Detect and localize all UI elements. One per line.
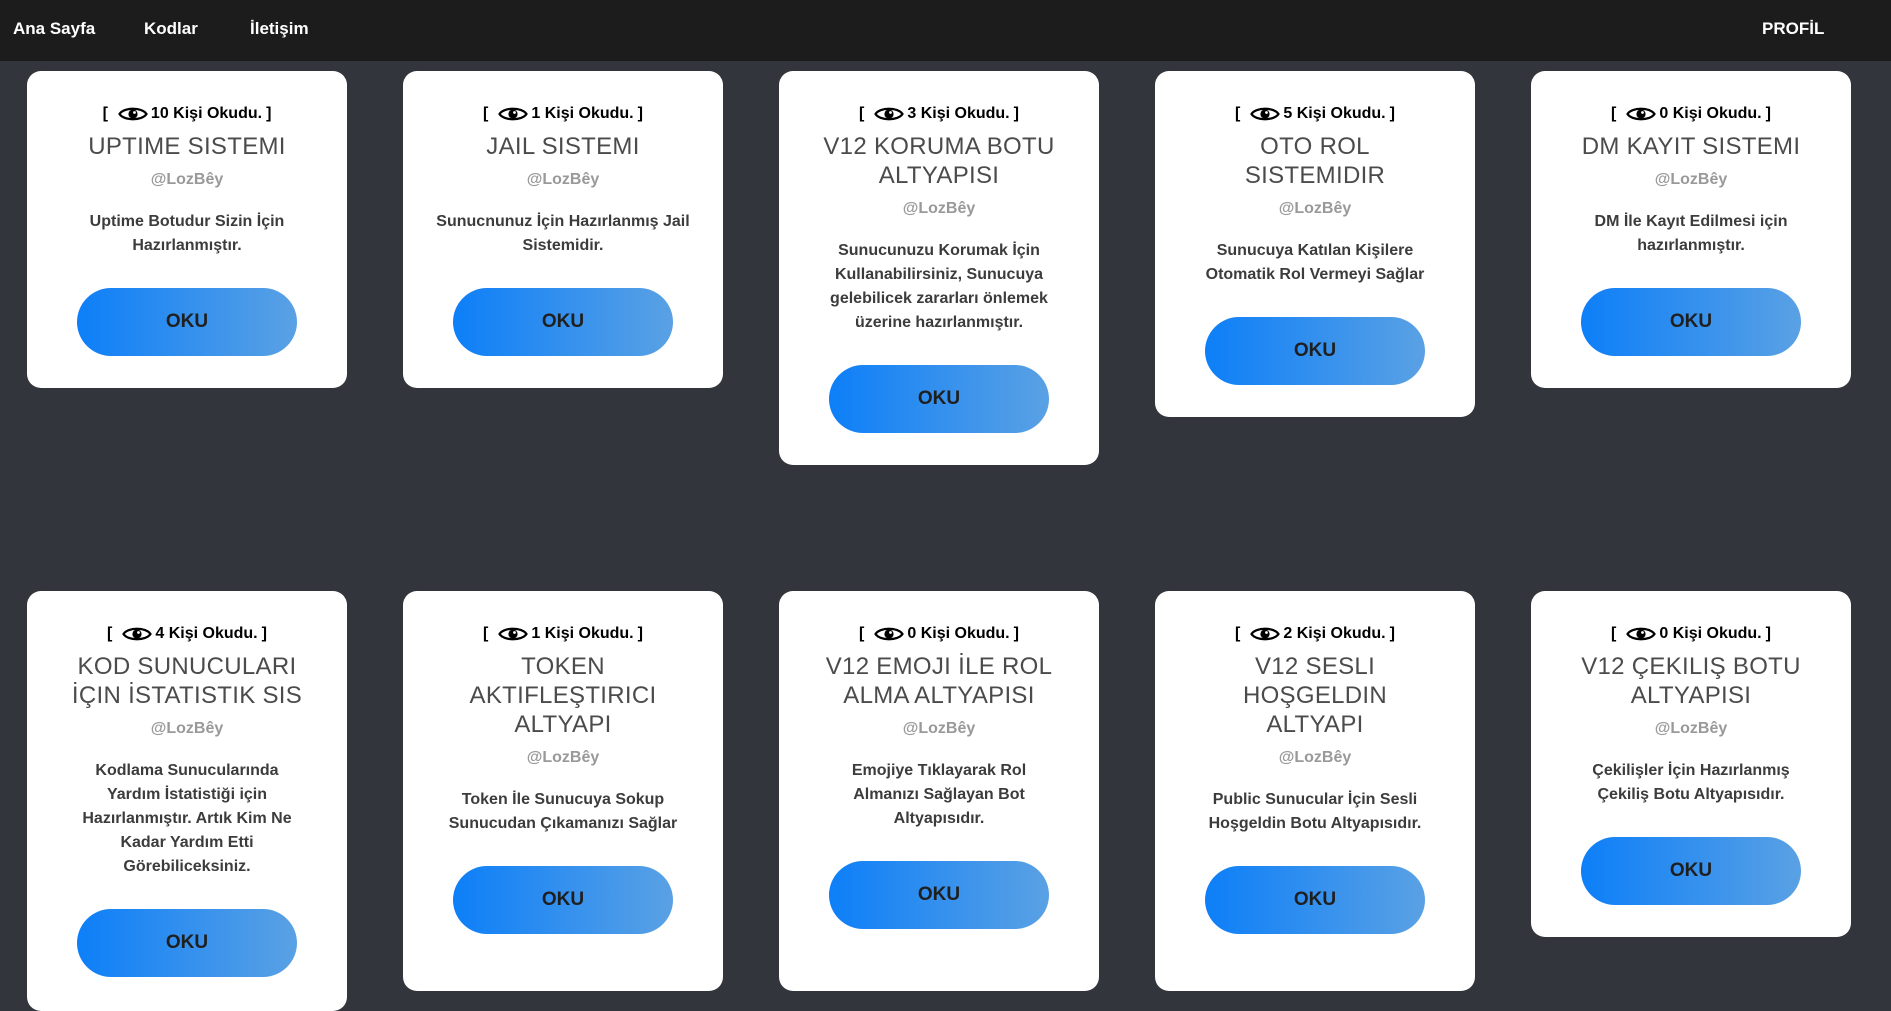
view-count: [ 1 Kişi Okudu. ] (483, 105, 643, 122)
view-count: [ 4 Kişi Okudu. ] (107, 625, 267, 642)
view-count: [ 0 Kişi Okudu. ] (1611, 105, 1771, 122)
view-count-text: 0 Kişi Okudu. (907, 625, 1010, 642)
eye-icon (118, 107, 148, 121)
card-title: KOD SUNUCULARI İÇIN İSTATISTIK SIS (71, 653, 303, 709)
nav-codes-link[interactable]: Kodlar (144, 19, 198, 39)
card-description: Sunucuya Katılan Kişilere Otomatik Rol V… (1205, 242, 1425, 283)
eye-icon (1626, 107, 1657, 121)
card-author: @LozBêy (150, 720, 224, 737)
code-card: [ 1 Kişi Okudu. ] TOKEN AKTIFLEŞTIRICI A… (403, 591, 723, 991)
card-author: @LozBêy (526, 749, 600, 766)
eye-icon (122, 627, 153, 641)
card-description: Uptime Botudur Sizin İçin Hazırlanmıştır… (89, 213, 285, 254)
code-card: [ 0 Kişi Okudu. ] V12 ÇEKILIŞ BOTU ALTYA… (1531, 591, 1851, 937)
view-count: [ 0 Kişi Okudu. ] (859, 625, 1019, 642)
eye-icon (498, 107, 529, 121)
card-description: Sunucnunuz İçin Hazırlanmış Jail Sistemi… (436, 213, 690, 254)
eye-icon (1250, 107, 1281, 121)
code-card: [ 1 Kişi Okudu. ] JAIL SISTEMI @LozBêy S… (403, 71, 723, 388)
card-title: UPTIME SISTEMI (88, 133, 286, 160)
card-description: Sunucunuzu Korumak İçin Kullanabilirsini… (830, 242, 1048, 331)
view-count-text: 10 Kişi Okudu. (150, 105, 263, 122)
view-count-text: 5 Kişi Okudu. (1283, 105, 1386, 122)
card-description: DM İle Kayıt Edilmesi için hazırlanmıştı… (1594, 213, 1788, 254)
card-description: Emojiye Tıklayarak Rol Almanızı Sağlayan… (851, 762, 1027, 827)
view-count-text: 0 Kişi Okudu. (1659, 105, 1762, 122)
view-count-text: 2 Kişi Okudu. (1283, 625, 1386, 642)
card-title: JAIL SISTEMI (486, 133, 640, 160)
card-author: @LozBêy (1654, 171, 1728, 188)
read-button[interactable]: OKU (453, 288, 673, 356)
card-description: Token İle Sunucuya Sokup Sunucudan Çıkam… (448, 791, 678, 832)
read-button[interactable]: OKU (77, 909, 297, 977)
view-count-text: 1 Kişi Okudu. (531, 625, 634, 642)
card-description: Public Sunucular İçin Sesli Hoşgeldin Bo… (1208, 791, 1422, 832)
read-button[interactable]: OKU (77, 288, 297, 356)
code-card: [ 5 Kişi Okudu. ] OTO ROL SISTEMIDIR @Lo… (1155, 71, 1475, 417)
card-title: OTO ROL SISTEMIDIR (1244, 133, 1386, 189)
view-count: [ 3 Kişi Okudu. ] (859, 105, 1019, 122)
nav-contact-link[interactable]: İletişim (250, 19, 309, 39)
code-card: [ 10 Kişi Okudu. ] UPTIME SISTEMI @LozBê… (27, 71, 347, 388)
card-description: Çekilişler İçin Hazırlanmış Çekiliş Botu… (1592, 762, 1790, 803)
view-count-text: 4 Kişi Okudu. (155, 625, 258, 642)
eye-icon (498, 627, 529, 641)
eye-icon (1250, 627, 1281, 641)
eye-icon (874, 107, 905, 121)
read-button[interactable]: OKU (829, 365, 1049, 433)
card-author: @LozBêy (526, 171, 600, 188)
view-count: [ 2 Kişi Okudu. ] (1235, 625, 1395, 642)
code-card: [ 2 Kişi Okudu. ] V12 SESLI HOŞGELDIN AL… (1155, 591, 1475, 991)
card-title: V12 KORUMA BOTU ALTYAPISI (823, 133, 1055, 189)
card-title: TOKEN AKTIFLEŞTIRICI ALTYAPI (469, 653, 657, 738)
view-count: [ 5 Kişi Okudu. ] (1235, 105, 1395, 122)
view-count: [ 0 Kişi Okudu. ] (1611, 625, 1771, 642)
view-count-text: 0 Kişi Okudu. (1659, 625, 1762, 642)
card-title: V12 EMOJI İLE ROL ALMA ALTYAPISI (825, 653, 1053, 709)
card-author: @LozBêy (902, 720, 976, 737)
read-button[interactable]: OKU (1205, 317, 1425, 385)
card-author: @LozBêy (150, 171, 224, 188)
card-author: @LozBêy (1278, 200, 1352, 217)
code-card: [ 3 Kişi Okudu. ] V12 KORUMA BOTU ALTYAP… (779, 71, 1099, 465)
card-title: V12 ÇEKILIŞ BOTU ALTYAPISI (1581, 653, 1801, 709)
card-description: Kodlama Sunucularında Yardım İstatistiği… (82, 762, 292, 875)
read-button[interactable]: OKU (1581, 837, 1801, 905)
read-button[interactable]: OKU (453, 866, 673, 934)
read-button[interactable]: OKU (1581, 288, 1801, 356)
read-button[interactable]: OKU (1205, 866, 1425, 934)
card-title: DM KAYIT SISTEMI (1581, 133, 1801, 160)
code-card: [ 0 Kişi Okudu. ] DM KAYIT SISTEMI @LozB… (1531, 71, 1851, 388)
navbar: Ana Sayfa Kodlar İletişim PROFİL (0, 0, 1891, 61)
code-card: [ 4 Kişi Okudu. ] KOD SUNUCULARI İÇIN İS… (27, 591, 347, 1011)
card-author: @LozBêy (1654, 720, 1728, 737)
view-count: [ 1 Kişi Okudu. ] (483, 625, 643, 642)
card-title: V12 SESLI HOŞGELDIN ALTYAPI (1242, 653, 1388, 738)
eye-icon (1626, 627, 1657, 641)
card-author: @LozBêy (1278, 749, 1352, 766)
nav-profile-link[interactable]: PROFİL (1762, 19, 1824, 39)
nav-home-link[interactable]: Ana Sayfa (13, 19, 95, 39)
eye-icon (874, 627, 905, 641)
view-count-text: 3 Kişi Okudu. (907, 105, 1010, 122)
read-button[interactable]: OKU (829, 861, 1049, 929)
view-count: [ 10 Kişi Okudu. ] (102, 105, 272, 122)
code-card: [ 0 Kişi Okudu. ] V12 EMOJI İLE ROL ALMA… (779, 591, 1099, 991)
card-author: @LozBêy (902, 200, 976, 217)
view-count-text: 1 Kişi Okudu. (531, 105, 634, 122)
